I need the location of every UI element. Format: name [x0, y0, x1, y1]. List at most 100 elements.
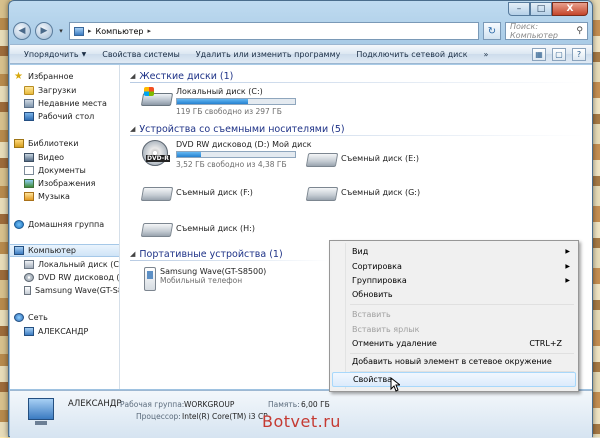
nav-images[interactable]: Изображения: [24, 177, 95, 190]
phone-type: Мобильный телефон: [160, 276, 243, 285]
memory-label: Память:: [268, 400, 300, 409]
collapse-arrow-icon[interactable]: ◢: [130, 72, 135, 80]
view-options-icon[interactable]: ▦: [532, 47, 546, 61]
nav-local-disk-c[interactable]: Локальный диск (C:): [24, 258, 120, 271]
refresh-icon[interactable]: ↻: [483, 22, 501, 40]
drive-label: Съемный диск (H:): [176, 223, 255, 233]
breadcrumb-separator[interactable]: ▸: [88, 27, 92, 35]
forward-button[interactable]: ▶: [35, 22, 53, 40]
nav-label: Локальный диск (C:): [38, 260, 120, 269]
memory-value: 6,00 ГБ: [301, 400, 330, 409]
nav-label: Компьютер: [28, 246, 76, 255]
removable-f-tile[interactable]: Съемный диск (F:): [140, 183, 253, 201]
drive-label: Съемный диск (E:): [341, 153, 419, 163]
nav-network-pc[interactable]: АЛЕКСАНДР: [24, 325, 88, 338]
homegroup-icon: [14, 220, 24, 229]
drive-c-free-space: 119 ГБ свободно из 297 ГБ: [176, 107, 282, 116]
back-button[interactable]: ◀: [13, 22, 31, 40]
phone-name: Samsung Wave(GT-S8500): [160, 267, 267, 276]
recent-pages-dropdown[interactable]: ▾: [57, 27, 65, 35]
documents-library-icon: [24, 166, 34, 175]
drive-c-name: Локальный диск (C:): [176, 87, 263, 96]
music-library-icon: [24, 192, 34, 201]
nav-computer[interactable]: Компьютер: [10, 244, 119, 257]
nav-recent-places[interactable]: Недавние места: [24, 97, 107, 110]
group-divider: [130, 260, 330, 261]
menu-item-add-network-location[interactable]: Добавить новый элемент в сетевое окружен…: [332, 354, 576, 369]
nav-label: Музыка: [38, 192, 70, 201]
map-network-drive-button[interactable]: Подключить сетевой диск: [348, 50, 475, 59]
menu-label: Отменить удаление: [352, 339, 437, 348]
group-header-removable[interactable]: ◢ Устройства со съемными носителями (5): [130, 122, 585, 136]
window-controls: – □ X: [508, 2, 588, 16]
nav-label: Samsung Wave(GT-S8: [35, 286, 120, 295]
collapse-arrow-icon[interactable]: ◢: [130, 250, 135, 258]
dvd-drive-tile[interactable]: DVD-R DVD RW дисковод (D:) Мой диск 3,52…: [142, 140, 312, 169]
search-input[interactable]: Поиск: Компьютер ⚲: [505, 22, 588, 40]
samsung-wave-tile[interactable]: Samsung Wave(GT-S8500) Мобильный телефон: [136, 267, 266, 291]
group-title: Жесткие диски (1): [139, 70, 234, 82]
maximize-button[interactable]: □: [530, 2, 552, 16]
dvd-usage-bar: [176, 151, 296, 158]
dvd-label: DVD-R: [146, 155, 170, 162]
menu-item-refresh[interactable]: Обновить: [332, 287, 576, 302]
nav-documents[interactable]: Документы: [24, 164, 86, 177]
minimize-button[interactable]: –: [508, 2, 530, 16]
context-menu: Вид ▶ Сортировка ▶ Группировка ▶ Обновит…: [329, 240, 579, 392]
cpu-value: Intel(R) Core(TM) i3 CP: [182, 412, 268, 421]
collapse-arrow-icon[interactable]: ◢: [130, 125, 135, 133]
menu-item-properties[interactable]: Свойства: [332, 372, 576, 387]
breadcrumb-computer[interactable]: Компьютер: [96, 27, 144, 36]
system-properties-button[interactable]: Свойства системы: [94, 50, 188, 59]
menu-item-group[interactable]: Группировка ▶: [332, 273, 576, 288]
computer-icon: [28, 398, 54, 425]
dvd-info: DVD RW дисковод (D:) Мой диск 3,52 ГБ св…: [176, 140, 312, 169]
menu-item-view[interactable]: Вид ▶: [332, 244, 576, 259]
disc: [142, 140, 168, 166]
more-commands-button[interactable]: »: [476, 50, 497, 59]
organize-button[interactable]: Упорядочить ▼: [16, 50, 94, 59]
nav-network[interactable]: Сеть: [14, 311, 48, 324]
nav-favorites[interactable]: ★ Избранное: [14, 70, 73, 83]
nav-homegroup[interactable]: Домашняя группа: [14, 218, 104, 231]
menu-item-sort[interactable]: Сортировка ▶: [332, 259, 576, 274]
group-header-hard-drives[interactable]: ◢ Жесткие диски (1): [130, 69, 585, 83]
network-icon: [14, 313, 24, 322]
nav-music[interactable]: Музыка: [24, 190, 70, 203]
mouse-cursor-icon: [390, 377, 400, 392]
phone-info: Samsung Wave(GT-S8500) Мобильный телефон: [160, 267, 266, 285]
drive-c-tile[interactable]: Локальный диск (C:) 119 ГБ свободно из 2…: [140, 87, 296, 116]
group-header-portable[interactable]: ◢ Портативные устройства (1): [130, 247, 330, 261]
nav-dvd-drive[interactable]: DVD RW дисковод (D:: [24, 271, 120, 284]
nav-label: DVD RW дисковод (D:: [38, 273, 120, 282]
nav-label: АЛЕКСАНДР: [38, 327, 89, 336]
help-icon[interactable]: ?: [572, 47, 586, 61]
usage-fill: [177, 99, 248, 104]
search-icon[interactable]: ⚲: [576, 26, 583, 36]
star-icon: ★: [14, 71, 23, 82]
menu-item-undo-delete[interactable]: Отменить удаление CTRL+Z: [332, 336, 576, 351]
watermark-text: Botvet.ru: [262, 412, 341, 431]
preview-pane-icon[interactable]: ▢: [552, 47, 566, 61]
nav-desktop[interactable]: Рабочий стол: [24, 110, 94, 123]
drive-label: Съемный диск (F:): [176, 187, 253, 197]
uninstall-program-button[interactable]: Удалить или изменить программу: [188, 50, 349, 59]
breadcrumb-separator[interactable]: ▸: [147, 27, 151, 35]
windows-logo-icon: [144, 87, 154, 96]
navigation-bar: ◀ ▶ ▾ ▸ Компьютер ▸ ↻ Поиск: Компьютер ⚲: [13, 21, 588, 41]
network-computer-icon: [24, 327, 34, 336]
nav-downloads[interactable]: Загрузки: [24, 84, 76, 97]
cpu-label: Процессор:: [136, 412, 181, 421]
nav-samsung-wave[interactable]: Samsung Wave(GT-S8: [24, 284, 120, 297]
nav-libraries[interactable]: Библиотеки: [14, 137, 78, 150]
submenu-arrow-icon: ▶: [565, 248, 570, 255]
nav-video[interactable]: Видео: [24, 151, 64, 164]
close-button[interactable]: X: [552, 2, 588, 16]
address-bar[interactable]: ▸ Компьютер ▸: [69, 22, 479, 40]
removable-g-tile[interactable]: Съемный диск (G:): [305, 183, 420, 201]
chevron-down-icon: ▼: [81, 50, 87, 58]
nav-label: Видео: [38, 153, 65, 162]
removable-e-tile[interactable]: Съемный диск (E:): [305, 149, 419, 167]
removable-drive-icon: [305, 153, 339, 167]
removable-h-tile[interactable]: Съемный диск (H:): [140, 219, 255, 237]
